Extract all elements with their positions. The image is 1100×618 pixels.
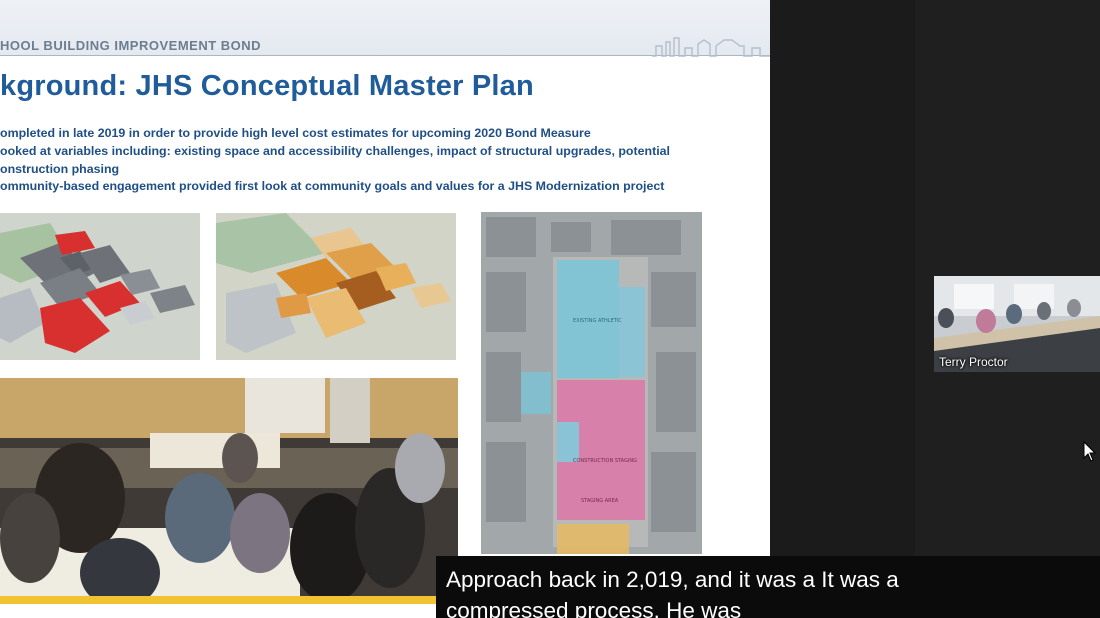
svg-text:CONSTRUCTION STAGING: CONSTRUCTION STAGING — [573, 458, 637, 464]
svg-text:EXISTING ATHLETIC: EXISTING ATHLETIC — [573, 318, 622, 324]
slide-header-title: HOOL BUILDING IMPROVEMENT BOND — [0, 38, 262, 53]
bullet-3: ommunity-based engagement provided first… — [0, 179, 665, 193]
participant-video-tile[interactable]: Terry Proctor — [934, 276, 1100, 372]
bullet-1: ompleted in late 2019 in order to provid… — [0, 126, 591, 140]
participant-name: Terry Proctor — [939, 355, 1008, 369]
presentation-slide: HOOL BUILDING IMPROVEMENT BOND kground: … — [0, 0, 770, 618]
community-meeting-photo — [0, 378, 458, 596]
caption-line-2: compressed process. He was — [446, 598, 742, 618]
caption-line-1: Approach back in 2,019, and it was a It … — [446, 567, 899, 592]
red-building-massing-diagram — [0, 213, 200, 360]
bullet-2-continued: onstruction phasing — [0, 162, 120, 176]
aerial-site-plan-map: EXISTING ATHLETIC CONSTRUCTION STAGING S… — [481, 212, 702, 554]
live-caption-bar: Approach back in 2,019, and it was a It … — [436, 556, 1100, 618]
svg-text:STAGING AREA: STAGING AREA — [581, 498, 619, 504]
city-skyline-logo — [652, 37, 770, 57]
slide-footer-accent — [0, 596, 436, 604]
orange-building-massing-diagram — [216, 213, 456, 360]
slide-title: kground: JHS Conceptual Master Plan — [0, 70, 534, 102]
mouse-cursor-icon — [1083, 441, 1097, 462]
bullet-2: ooked at variables including: existing s… — [0, 144, 670, 158]
